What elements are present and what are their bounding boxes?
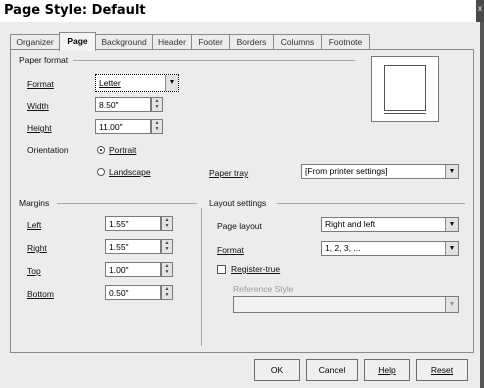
margin-left-spin-icon[interactable]: ▲ ▼ (161, 216, 173, 231)
height-label-text: Height (27, 123, 52, 133)
reset-button-label: Reset (430, 365, 454, 375)
format-value: Letter (99, 78, 121, 88)
width-label-text: Width (27, 101, 49, 111)
title-bar: Page Style: Default x (0, 0, 484, 22)
tab-borders[interactable]: Borders (229, 34, 274, 50)
page-tab-panel: Paper format Format Letter ▼ Width 8.50"… (10, 49, 474, 353)
spin-down-icon[interactable]: ▼ (162, 292, 172, 298)
margin-left-field[interactable]: 1.55" (105, 216, 161, 231)
register-true-label: Register-true (231, 264, 280, 274)
chevron-down-icon[interactable]: ▼ (445, 165, 458, 178)
tab-columns[interactable]: Columns (273, 34, 322, 50)
margin-left-label: Left (27, 220, 41, 230)
reference-style-label: Reference Style (233, 284, 294, 294)
margin-bottom-field[interactable]: 0.50" (105, 285, 161, 300)
height-field[interactable]: 11.00" (95, 119, 151, 134)
dialog-body: Organizer Page Background Header Footer … (0, 22, 484, 388)
spin-down-icon[interactable]: ▼ (152, 104, 162, 110)
paper-tray-label: Paper tray (209, 168, 248, 178)
format-label-text: Format (27, 79, 54, 89)
chevron-down-icon[interactable]: ▼ (445, 218, 458, 231)
page-preview (371, 56, 439, 122)
numbering-format-label: Format (217, 245, 244, 255)
reference-style-select[interactable]: ▼ (233, 296, 459, 313)
spin-down-icon[interactable]: ▼ (162, 223, 172, 229)
margin-right-label: Right (27, 243, 47, 253)
landscape-radio[interactable] (97, 168, 105, 176)
paper-tray-label-text: Paper tray (209, 168, 249, 178)
tab-footer[interactable]: Footer (191, 34, 230, 50)
margin-bottom-label-text: Bottom (27, 289, 54, 299)
paper-format-heading: Paper format (19, 55, 69, 65)
ok-button[interactable]: OK (254, 359, 300, 381)
tab-background[interactable]: Background (95, 34, 153, 50)
preview-page-baseline (384, 113, 426, 114)
layout-settings-heading: Layout settings (209, 198, 267, 208)
paper-tray-select[interactable]: [From printer settings] ▼ (301, 164, 459, 179)
portrait-label-text: Portrait (109, 145, 137, 155)
register-true-label-text: Register-true (231, 264, 281, 274)
format-label: Format (27, 79, 54, 89)
paper-format-divider (73, 60, 355, 61)
margin-right-spin-icon[interactable]: ▲ ▼ (161, 239, 173, 254)
portrait-radio[interactable] (97, 146, 105, 154)
help-button[interactable]: Help (364, 359, 410, 381)
margin-top-label-text: Top (27, 266, 41, 276)
tab-organizer[interactable]: Organizer (10, 34, 60, 50)
width-field[interactable]: 8.50" (95, 97, 151, 112)
chevron-down-icon[interactable]: ▼ (445, 242, 458, 255)
layout-settings-separator (201, 208, 202, 346)
register-true-checkbox[interactable] (217, 265, 226, 274)
paper-tray-value: [From printer settings] (305, 166, 388, 176)
page-layout-label: Page layout (217, 221, 262, 231)
page-layout-value: Right and left (325, 219, 376, 229)
height-spin-icon[interactable]: ▲ ▼ (151, 119, 163, 134)
spin-down-icon[interactable]: ▼ (162, 269, 172, 275)
window-title: Page Style: Default (4, 3, 146, 18)
tab-page[interactable]: Page (59, 32, 96, 51)
margin-top-spin-icon[interactable]: ▲ ▼ (161, 262, 173, 277)
layout-settings-divider (277, 203, 465, 204)
chevron-down-icon[interactable]: ▼ (445, 297, 458, 312)
margins-divider (57, 203, 197, 204)
chevron-down-icon[interactable]: ▼ (165, 75, 178, 91)
numbering-format-value: 1, 2, 3, ... (325, 243, 361, 253)
preview-page-outline (384, 65, 426, 111)
spin-down-icon[interactable]: ▼ (152, 126, 162, 132)
orientation-label: Orientation (27, 145, 69, 155)
landscape-label-text: Landscape (109, 167, 151, 177)
portrait-label: Portrait (109, 145, 136, 155)
close-icon[interactable]: x (476, 0, 484, 22)
page-layout-select[interactable]: Right and left ▼ (321, 217, 459, 232)
help-button-label: Help (378, 365, 396, 375)
landscape-label: Landscape (109, 167, 151, 177)
margin-top-label: Top (27, 266, 41, 276)
margin-right-label-text: Right (27, 243, 47, 253)
format-select[interactable]: Letter ▼ (95, 74, 179, 92)
numbering-format-select[interactable]: 1, 2, 3, ... ▼ (321, 241, 459, 256)
reset-button[interactable]: Reset (416, 359, 468, 381)
width-label: Width (27, 101, 49, 111)
margin-right-field[interactable]: 1.55" (105, 239, 161, 254)
numbering-format-label-text: Format (217, 245, 244, 255)
margins-heading: Margins (19, 198, 50, 208)
margin-bottom-label: Bottom (27, 289, 54, 299)
tab-header[interactable]: Header (152, 34, 192, 50)
margin-left-label-text: Left (27, 220, 42, 230)
width-spin-icon[interactable]: ▲ ▼ (151, 97, 163, 112)
height-label: Height (27, 123, 52, 133)
margin-top-field[interactable]: 1.00" (105, 262, 161, 277)
margin-bottom-spin-icon[interactable]: ▲ ▼ (161, 285, 173, 300)
spin-down-icon[interactable]: ▼ (162, 246, 172, 252)
tab-footnote[interactable]: Footnote (321, 34, 370, 50)
cancel-button[interactable]: Cancel (306, 359, 358, 381)
page-layout-label-text: Page layout (217, 221, 262, 231)
